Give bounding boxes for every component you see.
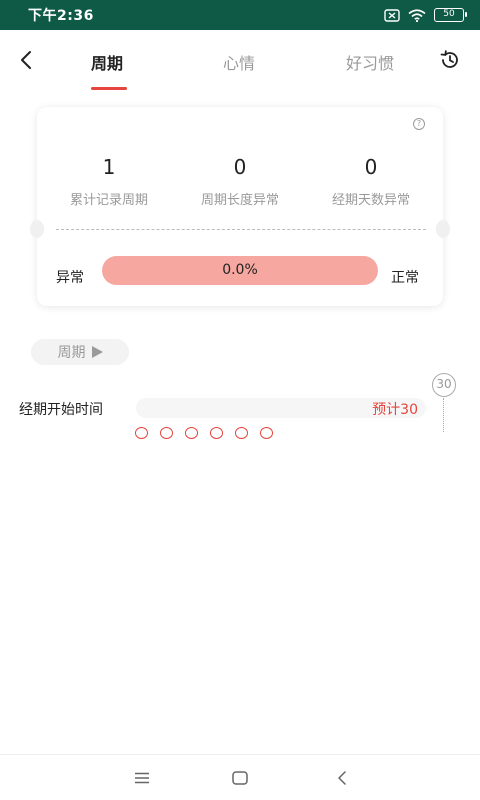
stat-value: 0 xyxy=(364,155,378,179)
abnormal-label: 异常 xyxy=(56,270,84,286)
stat-total-cycles: 1 累计记录周期 xyxy=(44,155,174,208)
back-chevron-icon xyxy=(338,771,346,785)
scale-marker: 30 xyxy=(432,373,456,397)
stat-label: 经期天数异常 xyxy=(331,193,410,208)
stat-label: 累计记录周期 xyxy=(69,193,148,208)
status-time: 下午2:36 xyxy=(28,8,94,24)
period-dot xyxy=(210,427,223,439)
stat-cycle-length-abnormal: 0 周期长度异常 xyxy=(175,155,305,208)
stats-card: ? 1 累计记录周期 0 周期长度异常 0 经期天数异常 异常 0.0% 正常 xyxy=(37,107,443,306)
chip-label: 周期 xyxy=(57,345,86,361)
divider xyxy=(56,229,426,230)
battery-icon: 50 xyxy=(434,8,467,22)
period-dot xyxy=(235,427,248,439)
card-notch-left xyxy=(30,220,44,238)
tab-cycle[interactable]: 周期 xyxy=(91,50,123,74)
cycle-filter-chip[interactable]: 周期 xyxy=(31,339,129,365)
history-button[interactable] xyxy=(436,46,464,74)
nav-home-button[interactable] xyxy=(228,767,252,789)
active-tab-indicator xyxy=(91,87,127,90)
period-track: 预计30 xyxy=(136,398,426,418)
header: 周期 心情 好习惯 xyxy=(0,30,480,90)
period-dots xyxy=(135,427,273,439)
status-icons: 50 xyxy=(384,8,467,22)
nav-back-button[interactable] xyxy=(330,767,354,789)
stat-value: 0 xyxy=(233,155,247,179)
tab-mood[interactable]: 心情 xyxy=(223,50,255,74)
period-dot xyxy=(160,427,173,439)
tab-habits[interactable]: 好习惯 xyxy=(346,50,394,74)
expected-days: 预计30 xyxy=(372,402,418,418)
history-icon xyxy=(440,50,458,68)
stat-label: 周期长度异常 xyxy=(200,193,279,208)
question-icon[interactable]: ? xyxy=(413,118,425,130)
period-dot xyxy=(185,427,198,439)
stat-period-days-abnormal: 0 经期天数异常 xyxy=(306,155,436,208)
abnormal-ratio-bar: 0.0% xyxy=(102,256,378,285)
home-square-icon xyxy=(232,771,248,785)
card-notch-right xyxy=(436,220,450,238)
back-button[interactable] xyxy=(12,46,40,74)
sim-disabled-icon xyxy=(384,8,400,22)
period-start-label: 经期开始时间 xyxy=(19,402,103,418)
play-triangle-icon xyxy=(91,346,103,358)
scale-line xyxy=(443,398,444,432)
wifi-icon xyxy=(408,8,426,22)
screen: 下午2:36 50 周期 心情 好习惯 ? 1 累计记录周期 0 周期长度异常 … xyxy=(0,0,480,800)
system-nav-bar xyxy=(0,754,480,800)
chevron-left-icon xyxy=(21,51,31,69)
nav-menu-button[interactable] xyxy=(130,767,154,789)
status-bar: 下午2:36 50 xyxy=(0,0,480,30)
period-dot xyxy=(260,427,273,439)
period-dot xyxy=(135,427,148,439)
menu-icon xyxy=(135,772,149,784)
stat-value: 1 xyxy=(102,155,116,179)
normal-label: 正常 xyxy=(391,270,419,286)
